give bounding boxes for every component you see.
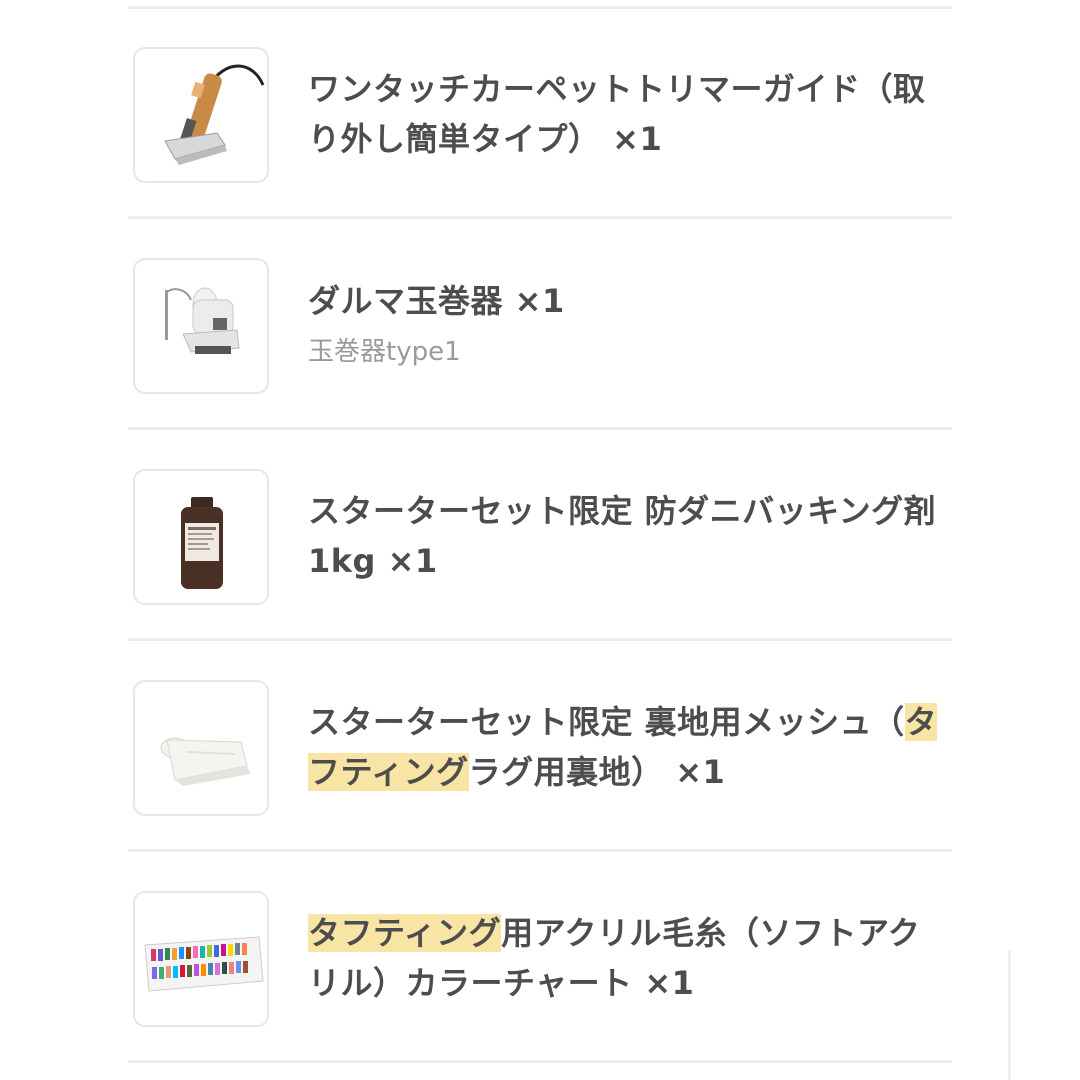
title-text: ワンタッチカーペットトリマーガイド（取り外し簡単タイプ） ×1 [308,70,926,158]
item-text: ワンタッチカーペットトリマーガイド（取り外し簡単タイプ） ×1 [308,64,948,164]
yarn-winder-image[interactable] [133,258,269,394]
title-text: ラグ用裏地） ×1 [468,753,726,791]
scrollbar[interactable] [1008,950,1011,1080]
item-title[interactable]: ダルマ玉巻器 ×1 [308,276,948,326]
item-title[interactable]: ワンタッチカーペットトリマーガイド（取り外し簡単タイプ） ×1 [308,64,948,164]
item-text: スターターセット限定 防ダニバッキング剤 1kg ×1 [308,486,948,586]
order-item[interactable]: スターターセット限定 防ダニバッキング剤 1kg ×1 [128,430,952,638]
item-text: タフティング用アクリル毛糸（ソフトアクリル）カラーチャート ×1 [308,908,948,1008]
carpet-trimmer-image[interactable] [133,47,269,183]
order-item[interactable]: ワンタッチカーペットトリマーガイド（取り外し簡単タイプ） ×1 [128,8,952,216]
backing-glue-bottle-image[interactable] [133,469,269,605]
title-text: スターターセット限定 防ダニバッキング剤 1kg ×1 [308,492,937,580]
title-text: スターターセット限定 裏地用メッシュ（ [308,703,905,741]
mesh-fabric-image[interactable] [133,680,269,816]
item-variant: 玉巻器type1 [308,337,461,367]
item-text: スターターセット限定 裏地用メッシュ（タフティングラグ用裏地） ×1 [308,697,948,797]
highlighted-keyword: タフティング [308,914,502,952]
order-item[interactable]: スターターセット限定 裏地用メッシュ（タフティングラグ用裏地） ×1 [128,641,952,849]
item-title[interactable]: スターターセット限定 防ダニバッキング剤 1kg ×1 [308,486,948,586]
order-item[interactable]: ダルマ玉巻器 ×1 玉巻器type1 [128,219,952,427]
item-title[interactable]: スターターセット限定 裏地用メッシュ（タフティングラグ用裏地） ×1 [308,697,948,797]
divider [128,1060,952,1063]
yarn-color-chart-image[interactable] [133,891,269,1027]
item-text: ダルマ玉巻器 ×1 玉巻器type1 [308,276,948,372]
item-title[interactable]: タフティング用アクリル毛糸（ソフトアクリル）カラーチャート ×1 [308,908,948,1008]
order-item[interactable]: タフティング用アクリル毛糸（ソフトアクリル）カラーチャート ×1 [128,852,952,1060]
title-text: ダルマ玉巻器 ×1 [308,282,565,320]
